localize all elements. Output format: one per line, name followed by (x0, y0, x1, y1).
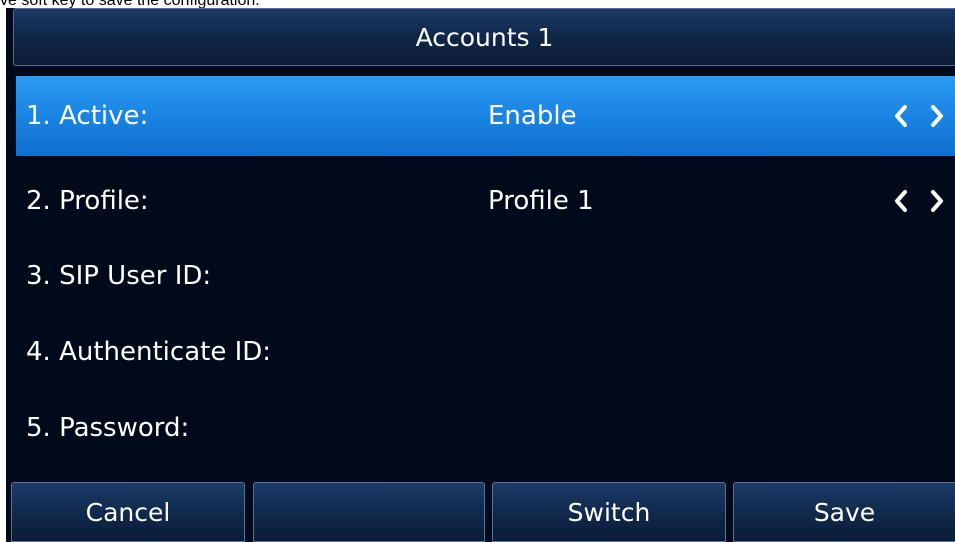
setting-row-profile[interactable]: 2. Profile: Profile 1 (16, 161, 955, 241)
setting-label: 4. Authenticate ID: (26, 337, 272, 367)
setting-row-authenticate-id[interactable]: 4. Authenticate ID: (16, 312, 955, 392)
chevron-left-icon[interactable] (893, 104, 909, 128)
setting-value: Profile 1 (488, 186, 594, 216)
softkey-label: Cancel (85, 497, 171, 527)
chevron-left-icon[interactable] (893, 189, 909, 213)
setting-value: Enable (488, 101, 577, 131)
setting-label: 2. Profile: (26, 186, 149, 216)
switch-softkey[interactable]: Switch (492, 482, 726, 542)
setting-row-sip-user-id[interactable]: 3. SIP User ID: (16, 236, 955, 316)
value-switcher (885, 76, 955, 156)
value-switcher (885, 161, 955, 241)
title-bar: Accounts 1 (13, 8, 955, 66)
softkey-label: Save (813, 497, 876, 527)
page-title: Accounts 1 (415, 22, 554, 52)
phone-screen: Accounts 1 1. Active: Enable 2. Profile:… (6, 8, 955, 542)
chevron-right-icon[interactable] (929, 104, 945, 128)
empty-softkey[interactable] (253, 482, 485, 542)
softkey-label: Switch (567, 497, 651, 527)
softkey-bar: Cancel Switch Save (11, 482, 955, 542)
setting-label: 3. SIP User ID: (26, 261, 212, 291)
setting-row-active[interactable]: 1. Active: Enable (16, 76, 955, 156)
save-softkey[interactable]: Save (733, 482, 955, 542)
setting-row-password[interactable]: 5. Password: (16, 388, 955, 468)
setting-label: 5. Password: (26, 413, 190, 443)
settings-list: 1. Active: Enable 2. Profile: Profile 1 (16, 76, 955, 460)
cancel-softkey[interactable]: Cancel (11, 482, 245, 542)
setting-label: 1. Active: (26, 101, 149, 131)
chevron-right-icon[interactable] (929, 189, 945, 213)
